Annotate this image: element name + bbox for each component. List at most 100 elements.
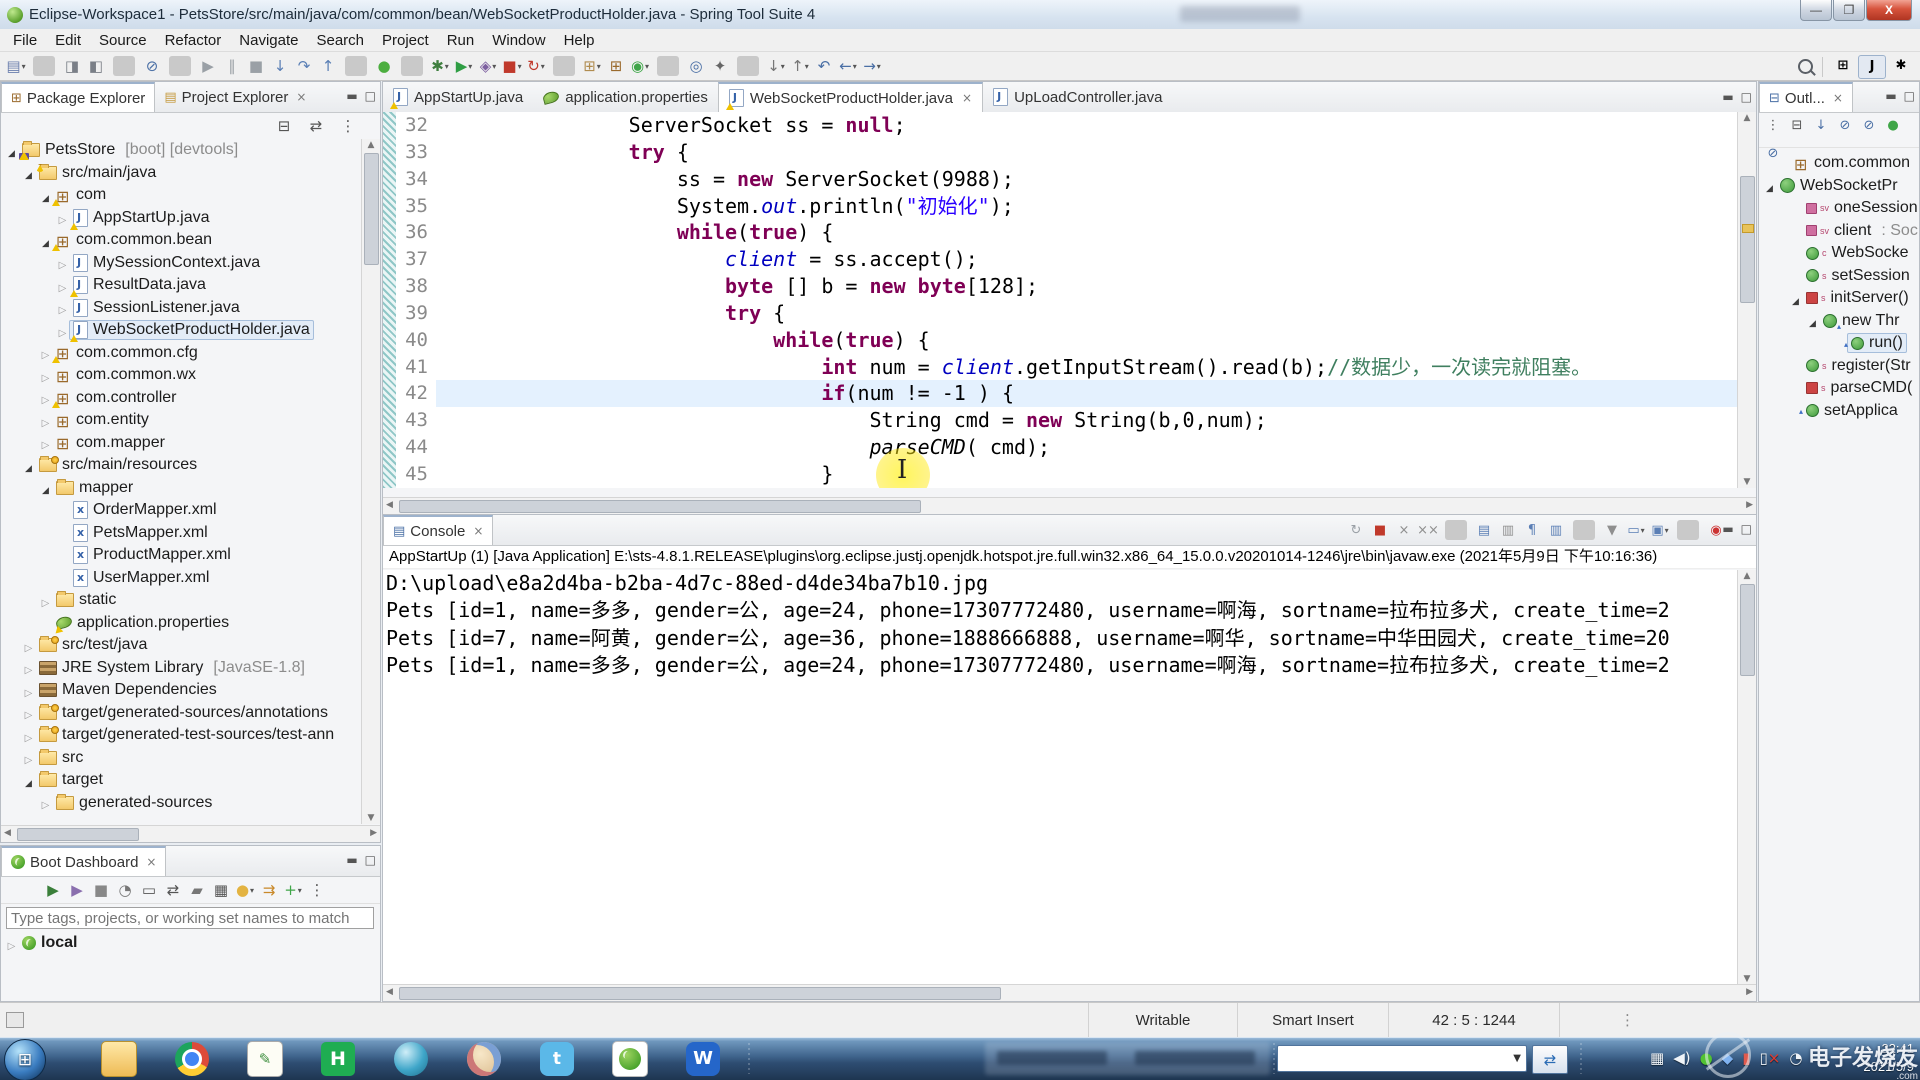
pin-console-icon[interactable]: ▼▾ <box>1601 518 1623 542</box>
word-wrap-icon[interactable]: ¶▾ <box>1521 518 1543 542</box>
debug-icon[interactable]: ✱ ▾ <box>429 54 451 78</box>
tree-item[interactable]: AppStartUp.java <box>1 207 363 230</box>
editor-tab[interactable]: WebSocketProductHolder.java × <box>717 82 984 112</box>
outline-item[interactable]: s initServer() <box>1759 287 1919 310</box>
save-icon[interactable]: ◨▾ <box>61 54 83 78</box>
console-output[interactable]: D:\upload\e8a2d4ba-b2ba-4d7c-88ed-d4de34… <box>383 570 1738 985</box>
tree-item[interactable]: PetsMapper.xml <box>1 522 363 545</box>
twisty-icon[interactable] <box>22 163 35 182</box>
tree-item[interactable]: target/generated-sources/annotations <box>1 702 363 725</box>
keyboard-tray-icon[interactable]: ▦ <box>1650 1047 1664 1069</box>
boot-target-item[interactable]: local <box>1 932 380 955</box>
new-class-icon[interactable]: ◉ ▾ <box>629 54 651 78</box>
taskbar-search-go-button[interactable]: ⇄ <box>1532 1045 1568 1074</box>
boot-dashboard-filter-input[interactable] <box>6 907 374 929</box>
open-perspective-icon[interactable]: ⊞ <box>1830 55 1856 77</box>
tree-item[interactable]: com.common.bean <box>1 229 363 252</box>
java-perspective-icon[interactable]: J <box>1858 54 1886 79</box>
scrollbar-thumb[interactable] <box>17 828 139 841</box>
stop-icon[interactable]: ■ ▾ <box>501 54 523 78</box>
bd-add-icon[interactable]: + ▾ <box>282 878 304 902</box>
resume-icon[interactable]: ▶▾ <box>197 54 219 78</box>
fast-view-icon[interactable] <box>6 1012 24 1028</box>
show-on-output-icon[interactable]: ▥▾ <box>1545 518 1567 542</box>
twisty-icon[interactable] <box>22 681 35 700</box>
minimize-view-icon[interactable]: ▬ <box>346 853 357 867</box>
twisty-icon[interactable] <box>39 591 52 610</box>
code-line[interactable]: 41 int num = client.getInputStream().rea… <box>396 353 1738 381</box>
back-icon[interactable]: ← ▾ <box>837 54 859 78</box>
search-icon[interactable] <box>1798 59 1813 74</box>
terminate-icon[interactable]: ■▾ <box>245 54 267 78</box>
menu-item[interactable]: Edit <box>46 31 90 50</box>
tree-item[interactable]: com.controller <box>1 387 363 410</box>
step-into-icon[interactable]: ↓▾ <box>269 54 291 78</box>
code-line[interactable]: 35 System.out.println("初始化"); <box>396 192 1738 220</box>
twisty-icon[interactable] <box>39 388 52 407</box>
tree-item[interactable]: target <box>1 769 363 792</box>
maximize-view-icon[interactable]: □ <box>365 853 376 867</box>
open-console-icon[interactable]: ▣ ▾ <box>1649 518 1671 542</box>
show-public-icon[interactable]: ● <box>1884 113 1902 137</box>
tree-item[interactable]: src/main/java <box>1 162 363 185</box>
outline-item[interactable]: WebSocketPr <box>1759 175 1919 198</box>
taskbar-chrome[interactable] <box>161 1039 223 1078</box>
tab-boot-dashboard[interactable]: Boot Dashboard × <box>1 846 167 876</box>
taskbar-running-windows-blur[interactable] <box>985 1042 1270 1075</box>
menu-item[interactable]: File <box>4 31 46 50</box>
twisty-icon[interactable] <box>22 703 35 722</box>
outline-menu-icon[interactable]: ⋮ <box>1764 113 1782 137</box>
tree-item[interactable]: Maven Dependencies <box>1 679 363 702</box>
bd-start-debug-icon[interactable]: ▶▾ <box>66 878 88 902</box>
new-package-icon[interactable]: ⊞▾ <box>605 54 627 78</box>
tree-item[interactable]: src/main/resources <box>1 454 363 477</box>
scrollbar-thumb[interactable] <box>399 500 921 513</box>
tree-item[interactable]: com.mapper <box>1 432 363 455</box>
taskbar-clock[interactable]: 22:41 2021/5/9 <box>1863 1040 1914 1076</box>
tab-outline[interactable]: ⊟ Outl... × <box>1759 82 1853 112</box>
run-icon[interactable]: ▶ ▾ <box>453 54 475 78</box>
taskbar-pc-tools[interactable] <box>380 1039 442 1078</box>
remove-launch-icon[interactable]: ×▾ <box>1393 518 1415 542</box>
close-icon[interactable]: × <box>146 855 156 869</box>
open-type-icon[interactable]: ◎▾ <box>685 54 707 78</box>
taskbar-file-explorer[interactable] <box>88 1039 150 1078</box>
new-java-project-icon[interactable]: ⊞ ▾ <box>581 54 603 78</box>
tree-item[interactable]: com.common.cfg <box>1 342 363 365</box>
tree-item[interactable]: com <box>1 184 363 207</box>
tree-item[interactable]: generated-sources <box>1 792 363 815</box>
tree-item[interactable]: com.entity <box>1 409 363 432</box>
outline-item[interactable]: s register(Str <box>1759 355 1919 378</box>
scrollbar-thumb[interactable] <box>1740 176 1755 303</box>
tab-package-explorer[interactable]: ⊞ Package Explorer <box>1 82 156 112</box>
code-line[interactable]: 33 try { <box>396 138 1738 166</box>
scrollbar-thumb[interactable] <box>364 153 379 265</box>
code-line[interactable]: 45 } <box>396 460 1738 488</box>
tree-item[interactable]: UserMapper.xml <box>1 567 363 590</box>
package-explorer-hscrollbar[interactable]: ◀ ▶ <box>1 825 380 842</box>
next-annotation-icon[interactable]: ↓ ▾ <box>765 54 787 78</box>
package-explorer-vscrollbar[interactable]: ▲ ▼ <box>361 139 380 824</box>
code-line[interactable]: 34 ss = new ServerSocket(9988); <box>396 165 1738 193</box>
twisty-icon[interactable] <box>39 433 52 452</box>
app-tray-icon[interactable]: ▮ <box>1742 1047 1750 1069</box>
scroll-lock-icon[interactable]: ▥▾ <box>1497 518 1519 542</box>
scrollbar-thumb[interactable] <box>399 987 1001 1000</box>
editor-tab[interactable]: UpLoadController.java × <box>983 82 1172 112</box>
editor-tab[interactable]: AppStartUp.java × <box>383 82 533 112</box>
twisty-icon[interactable] <box>22 726 35 745</box>
tree-item[interactable]: src <box>1 747 363 770</box>
new-wizard-icon[interactable]: ▤ ▾ <box>5 54 27 78</box>
chevron-down-icon[interactable]: ▼ <box>1513 1053 1521 1064</box>
volume-tray-icon[interactable]: ◀) <box>1673 1047 1690 1069</box>
twisty-icon[interactable] <box>22 636 35 655</box>
close-button[interactable]: X <box>1866 0 1912 21</box>
taskbar-paint[interactable] <box>453 1039 515 1078</box>
twisty-icon[interactable] <box>5 934 18 953</box>
forward-icon[interactable]: → ▾ <box>861 54 883 78</box>
spring-boot-icon[interactable]: ●▾ <box>373 54 395 78</box>
tree-item[interactable]: static <box>1 589 363 612</box>
maximize-view-icon[interactable]: □ <box>1741 522 1752 536</box>
twisty-icon[interactable] <box>22 748 35 767</box>
tree-item[interactable]: MySessionContext.java <box>1 252 363 275</box>
